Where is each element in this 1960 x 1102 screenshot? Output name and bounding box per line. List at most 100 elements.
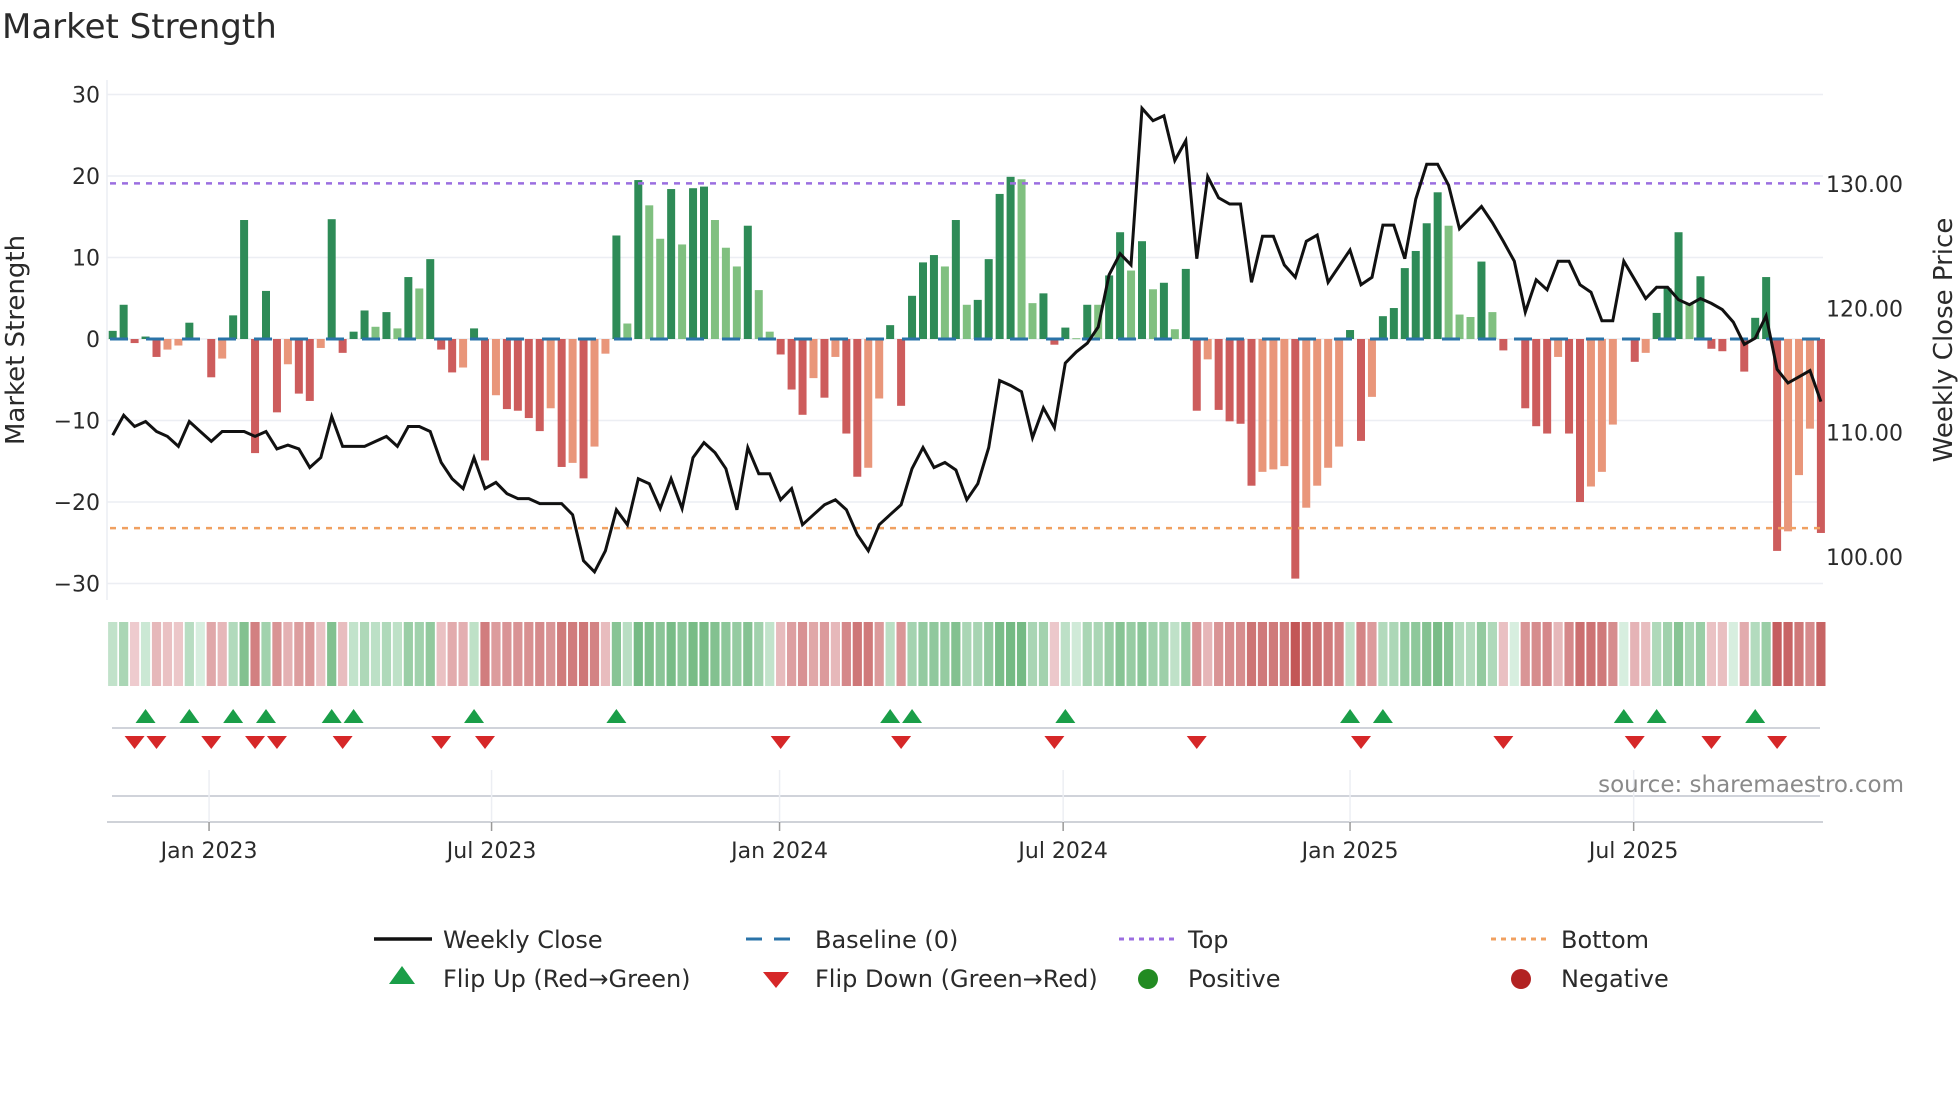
heat-cell xyxy=(228,622,238,686)
flip-down-marker xyxy=(1624,736,1645,749)
legend-label: Baseline (0) xyxy=(815,926,958,954)
heat-cell xyxy=(1487,622,1497,686)
y-tick-label: 20 xyxy=(72,165,100,190)
strength-bar xyxy=(700,186,708,339)
heat-cell xyxy=(1816,622,1826,686)
y-tick-label: 10 xyxy=(72,247,100,272)
legend-item-weekly-close[interactable]: Weekly Close xyxy=(374,926,603,954)
flip-up-marker xyxy=(1340,709,1361,723)
strength-bar xyxy=(710,220,719,339)
circle-negative-icon xyxy=(1511,969,1531,989)
heat-cell xyxy=(1630,622,1640,686)
strength-bar xyxy=(1335,339,1344,447)
heat-cell xyxy=(272,622,282,686)
flip-up-marker xyxy=(256,709,276,723)
heat-cell xyxy=(896,622,906,686)
heat-cell xyxy=(414,622,424,686)
heat-cell xyxy=(316,622,326,686)
heat-cell xyxy=(1060,622,1070,686)
strength-bar xyxy=(448,339,457,373)
heat-cell xyxy=(1312,622,1322,686)
strength-bar xyxy=(1181,268,1190,339)
strength-bar xyxy=(1805,339,1814,429)
heat-cell xyxy=(535,622,545,686)
strength-bar xyxy=(1039,293,1048,339)
strength-bar xyxy=(1674,232,1683,339)
strength-bar xyxy=(1028,303,1037,339)
heat-cell xyxy=(458,622,468,686)
heat-cell xyxy=(1772,622,1782,686)
heat-cell xyxy=(557,622,567,686)
heat-cell xyxy=(1038,622,1049,686)
heat-cell xyxy=(1356,622,1366,686)
heat-cell xyxy=(962,622,972,686)
strength-bar xyxy=(1280,339,1289,467)
heat-cell xyxy=(1465,622,1476,686)
heat-cell xyxy=(907,622,917,686)
flip-up-marker xyxy=(179,709,200,723)
strength-bar xyxy=(732,266,741,339)
strength-bar xyxy=(984,259,993,339)
y2-tick-label: 110.00 xyxy=(1826,422,1903,447)
strength-bar xyxy=(218,339,227,359)
strength-bar xyxy=(1532,339,1541,427)
heat-cell xyxy=(1082,622,1092,686)
legend-label: Negative xyxy=(1561,965,1669,993)
heat-cell xyxy=(1695,622,1706,686)
strength-bar xyxy=(612,235,621,339)
heat-cell xyxy=(392,622,402,686)
strength-bar xyxy=(1576,339,1584,502)
strength-bar xyxy=(294,339,303,394)
heat-cell xyxy=(1597,622,1607,686)
legend-item-bottom[interactable]: Bottom xyxy=(1491,926,1649,954)
strength-bar xyxy=(634,180,643,339)
strength-bar xyxy=(1061,327,1070,339)
flip-down-marker xyxy=(891,736,912,749)
source-credit: source: sharemaestro.com xyxy=(1598,772,1904,798)
flip-up-marker xyxy=(1055,709,1076,723)
strength-bar xyxy=(1608,339,1617,425)
heat-cell xyxy=(721,622,731,686)
heat-cell xyxy=(622,622,632,686)
legend-item-flip-up[interactable]: Flip Up (Red→Green) xyxy=(389,965,691,993)
flip-up-marker xyxy=(464,709,485,723)
strength-bar xyxy=(1597,339,1606,472)
heat-cell xyxy=(754,622,764,686)
heat-cell xyxy=(1553,622,1563,686)
strength-bar xyxy=(152,339,161,357)
legend-item-top[interactable]: Top xyxy=(1119,926,1229,954)
heat-cell xyxy=(776,622,786,686)
heat-cell xyxy=(327,622,337,686)
strength-bar xyxy=(1324,339,1333,468)
legend-item-negative[interactable]: Negative xyxy=(1511,965,1669,993)
strength-bar xyxy=(283,339,292,365)
strength-bar xyxy=(919,262,927,339)
heat-cell xyxy=(151,622,162,686)
heat-cell xyxy=(1148,622,1158,686)
strength-bar xyxy=(174,339,183,346)
flip-down-marker xyxy=(770,736,791,749)
heat-cell xyxy=(1444,622,1454,686)
heat-cell xyxy=(305,622,315,686)
strength-bar xyxy=(1696,276,1705,339)
strength-bar xyxy=(886,325,895,339)
heat-cell xyxy=(1433,622,1443,686)
flip-down-marker xyxy=(1351,736,1371,749)
strength-bar xyxy=(962,304,971,339)
heat-cell xyxy=(283,622,293,686)
heat-cell xyxy=(1575,622,1585,686)
heat-cell xyxy=(1367,622,1377,686)
flip-down-marker xyxy=(1186,736,1207,749)
heat-cell xyxy=(1378,622,1388,686)
flip-down-marker xyxy=(1493,736,1514,749)
heat-cell xyxy=(819,622,830,686)
heat-cell xyxy=(1104,622,1114,686)
legend-item-baseline[interactable]: Baseline (0) xyxy=(746,926,958,954)
legend-item-flip-down[interactable]: Flip Down (Green→Red) xyxy=(763,965,1098,993)
strength-bar xyxy=(557,339,566,467)
flip-down-marker xyxy=(1701,736,1722,749)
heat-cell xyxy=(239,622,249,686)
legend-item-positive[interactable]: Positive xyxy=(1138,965,1281,993)
strength-bar xyxy=(1313,339,1322,486)
heat-cell xyxy=(349,622,359,686)
